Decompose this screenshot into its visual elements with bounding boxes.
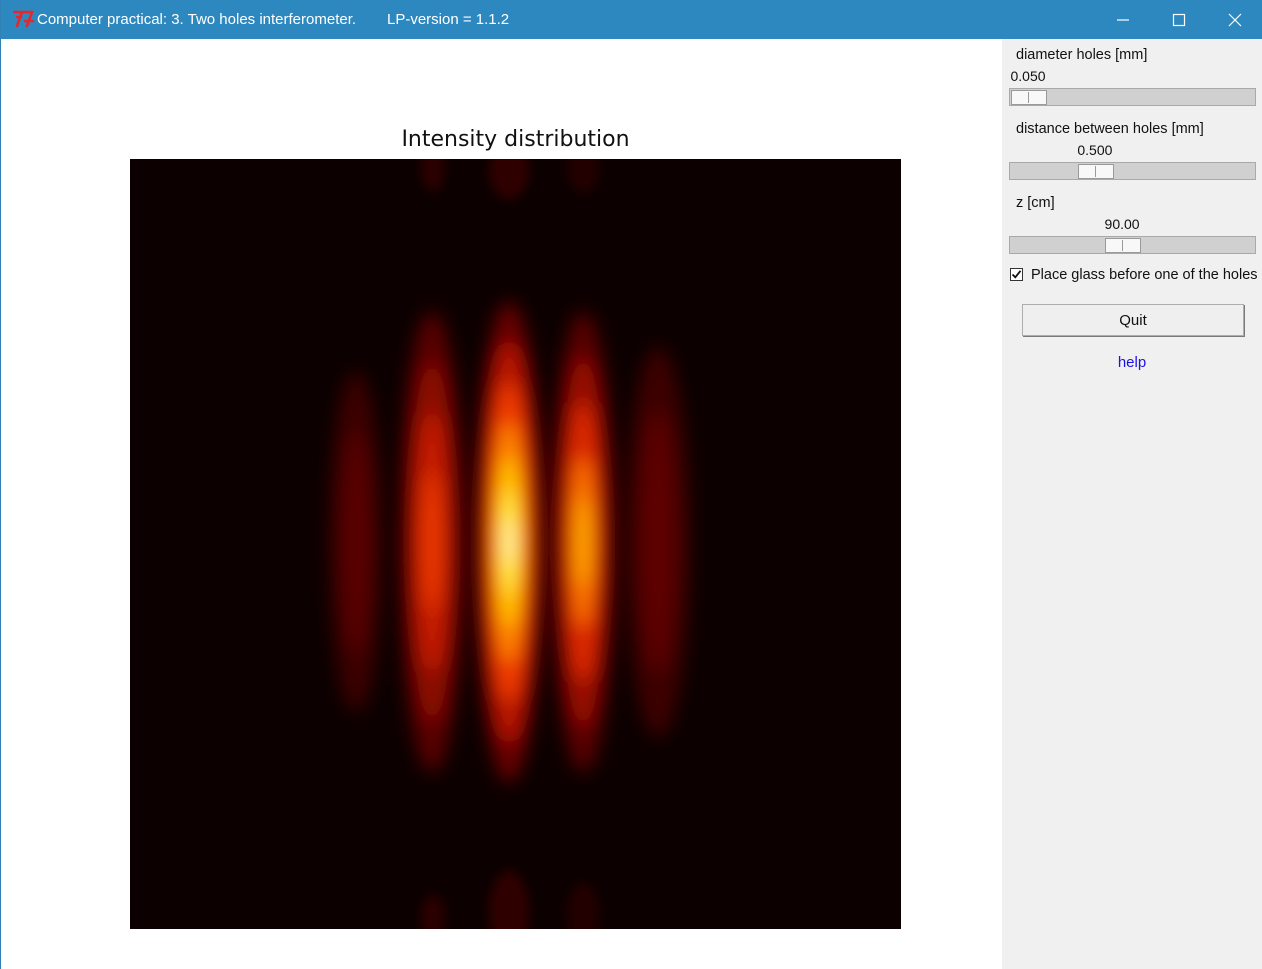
intensity-pattern xyxy=(330,159,690,929)
glass-checkbox[interactable] xyxy=(1010,268,1023,281)
diameter-slider[interactable] xyxy=(1009,88,1256,106)
intensity-image xyxy=(130,159,901,929)
z-value: 90.00 xyxy=(1104,216,1140,232)
z-label: z [cm] xyxy=(1016,195,1055,211)
distance-slider[interactable] xyxy=(1009,162,1256,180)
minimize-button[interactable] xyxy=(1095,0,1151,39)
quit-button[interactable]: Quit xyxy=(1022,304,1244,336)
distance-value: 0.500 xyxy=(1077,142,1113,158)
close-icon xyxy=(1228,13,1242,26)
help-link[interactable]: help xyxy=(1002,354,1262,371)
distance-label: distance between holes [mm] xyxy=(1016,121,1204,137)
control-panel: diameter holes [mm] 0.050 distance betwe… xyxy=(1002,39,1262,969)
distance-slider-thumb[interactable] xyxy=(1077,164,1114,179)
plot-area: Intensity distribution xyxy=(2,39,1002,969)
close-button[interactable] xyxy=(1207,0,1262,39)
app-window: Computer practical: 3. Two holes interfe… xyxy=(0,0,1262,969)
glass-checkbox-label[interactable]: Place glass before one of the holes xyxy=(1031,267,1258,283)
maximize-icon xyxy=(1172,13,1186,26)
tk-feather-icon xyxy=(12,9,35,29)
checkmark-icon xyxy=(1011,270,1022,279)
title-bar[interactable]: Computer practical: 3. Two holes interfe… xyxy=(1,0,1262,39)
minimize-icon xyxy=(1117,18,1129,21)
z-slider-thumb[interactable] xyxy=(1105,238,1142,253)
plot-title: Intensity distribution xyxy=(401,127,630,152)
diameter-slider-thumb[interactable] xyxy=(1011,90,1047,105)
maximize-button[interactable] xyxy=(1151,0,1207,39)
window-title: Computer practical: 3. Two holes interfe… xyxy=(37,11,357,28)
version-label: LP-version = 1.1.2 xyxy=(387,11,510,28)
diameter-label: diameter holes [mm] xyxy=(1016,47,1148,63)
diameter-value: 0.050 xyxy=(1010,68,1046,84)
z-slider[interactable] xyxy=(1009,236,1256,254)
